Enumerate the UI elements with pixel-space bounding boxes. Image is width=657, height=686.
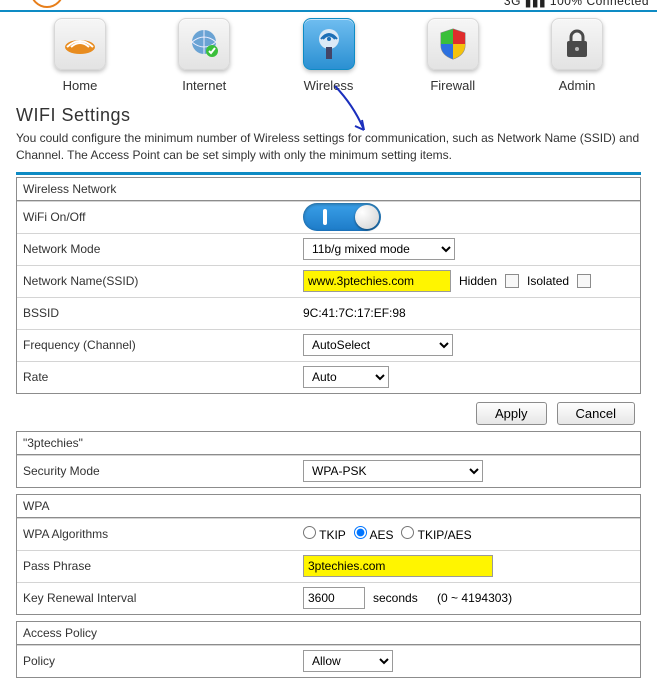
renewal-unit: seconds [373, 591, 418, 605]
hidden-checkbox[interactable] [505, 274, 519, 288]
ssid-input[interactable] [303, 270, 451, 292]
globe-icon [178, 18, 230, 70]
page-title: WIFI Settings [16, 105, 641, 126]
nav-home[interactable]: Home [30, 18, 130, 93]
renewal-range: (0 ~ 4194303) [437, 591, 512, 605]
frequency-row: Frequency (Channel) AutoSelect [17, 329, 640, 361]
apply-button[interactable]: Apply [476, 402, 547, 425]
frequency-label: Frequency (Channel) [23, 338, 303, 352]
rate-row: Rate Auto [17, 361, 640, 393]
cancel-button[interactable]: Cancel [557, 402, 635, 425]
wireless-network-panel: Wireless Network WiFi On/Off Network Mod… [16, 177, 641, 394]
signal-icon: ▮▮▮ [525, 0, 546, 9]
tkip-option[interactable]: TKIP [303, 526, 346, 542]
bssid-value: 9C:41:7C:17:EF:98 [303, 306, 406, 320]
action-buttons: Apply Cancel [16, 400, 641, 431]
policy-label: Policy [23, 654, 303, 668]
ssid-label: Network Name(SSID) [23, 274, 303, 288]
passphrase-row: Pass Phrase [17, 550, 640, 582]
frequency-select[interactable]: AutoSelect [303, 334, 453, 356]
nav-internet[interactable]: Internet [154, 18, 254, 93]
rate-label: Rate [23, 370, 303, 384]
nav-firewall[interactable]: Firewall [403, 18, 503, 93]
hidden-label: Hidden [459, 274, 497, 288]
wpa-panel: WPA WPA Algorithms TKIP AES TKIP/AES Pas… [16, 494, 641, 615]
passphrase-input[interactable] [303, 555, 493, 577]
wireless-network-heading: Wireless Network [17, 178, 640, 201]
nav-home-label: Home [63, 78, 98, 93]
security-panel: "3ptechies" Security Mode WPA-PSK [16, 431, 641, 488]
signal-percent: 100% [550, 0, 583, 8]
wifi-onoff-label: WiFi On/Off [23, 210, 303, 224]
nav-wireless-label: Wireless [304, 78, 354, 93]
nav-firewall-label: Firewall [430, 78, 475, 93]
admin-icon [551, 18, 603, 70]
divider [16, 172, 641, 175]
wpa-heading: WPA [17, 495, 640, 518]
wpa-algo-row: WPA Algorithms TKIP AES TKIP/AES [17, 518, 640, 550]
network-mode-row: Network Mode 11b/g mixed mode [17, 233, 640, 265]
topbar: 3G ▮▮▮ 100% Connected [0, 0, 657, 12]
firewall-icon [427, 18, 479, 70]
network-mode-select[interactable]: 11b/g mixed mode [303, 238, 455, 260]
access-policy-heading: Access Policy [17, 622, 640, 645]
nav-wireless[interactable]: Wireless [279, 18, 379, 93]
nav-internet-label: Internet [182, 78, 226, 93]
passphrase-label: Pass Phrase [23, 559, 303, 573]
connected-label: Connected [586, 0, 649, 8]
rate-select[interactable]: Auto [303, 366, 389, 388]
bssid-label: BSSID [23, 306, 303, 320]
policy-select[interactable]: Allow [303, 650, 393, 672]
nav-admin-label: Admin [559, 78, 596, 93]
ssid-row: Network Name(SSID) Hidden Isolated [17, 265, 640, 297]
security-mode-select[interactable]: WPA-PSK [303, 460, 483, 482]
bssid-row: BSSID 9C:41:7C:17:EF:98 [17, 297, 640, 329]
wpa-algo-label: WPA Algorithms [23, 527, 303, 541]
connection-status: 3G ▮▮▮ 100% Connected [504, 0, 649, 9]
policy-row: Policy Allow [17, 645, 640, 677]
tkipaes-option[interactable]: TKIP/AES [401, 526, 471, 542]
security-mode-row: Security Mode WPA-PSK [17, 455, 640, 487]
nav-admin[interactable]: Admin [527, 18, 627, 93]
isolated-checkbox[interactable] [577, 274, 591, 288]
security-mode-label: Security Mode [23, 464, 303, 478]
wifi-toggle[interactable] [303, 203, 381, 231]
home-icon [54, 18, 106, 70]
main-nav: Home Internet Wi [0, 12, 657, 93]
key-renewal-input[interactable] [303, 587, 365, 609]
wireless-icon [303, 18, 355, 70]
network-mode-label: Network Mode [23, 242, 303, 256]
isolated-label: Isolated [527, 274, 569, 288]
aes-option[interactable]: AES [354, 526, 394, 542]
key-renewal-label: Key Renewal Interval [23, 591, 303, 605]
wifi-onoff-row: WiFi On/Off [17, 201, 640, 233]
access-policy-panel: Access Policy Policy Allow [16, 621, 641, 678]
page-description: You could configure the minimum number o… [16, 130, 641, 164]
security-heading: "3ptechies" [17, 432, 640, 455]
network-type: 3G [504, 0, 521, 8]
